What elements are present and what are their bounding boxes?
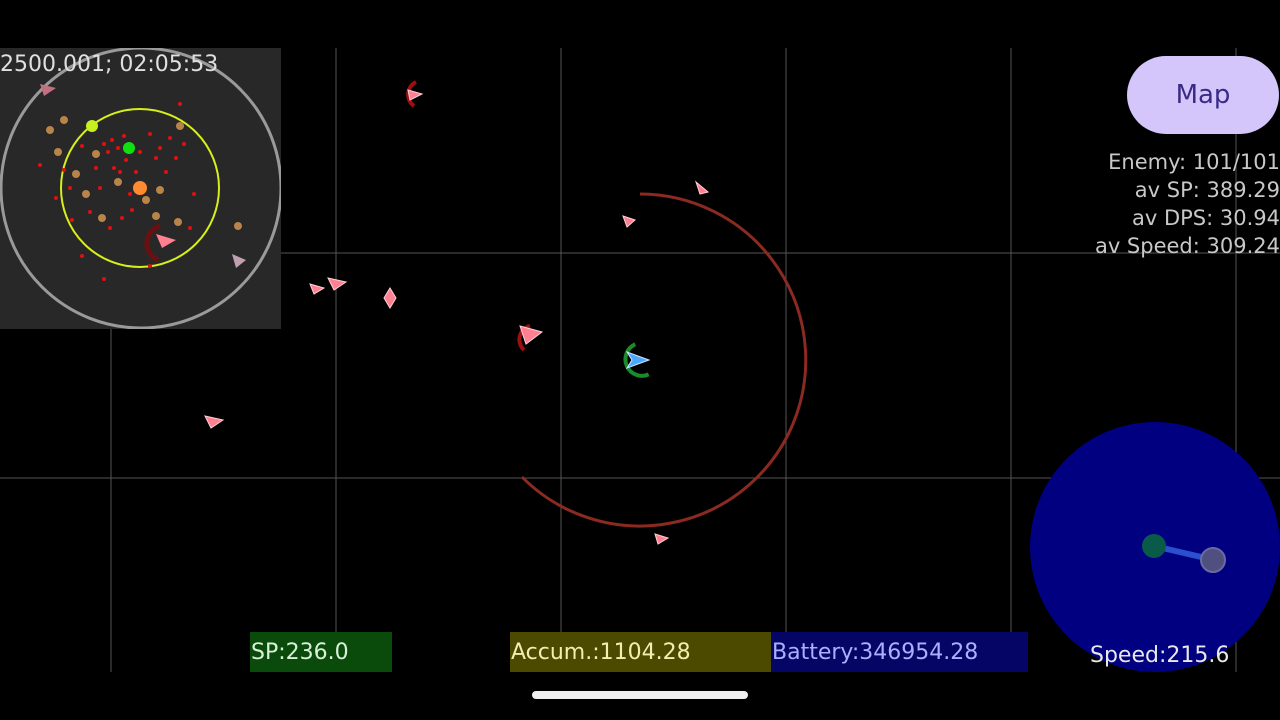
speed-readout: Speed:215.6	[1090, 643, 1230, 668]
enemy-ship[interactable]	[517, 324, 544, 352]
joystick-knob[interactable]	[1200, 547, 1226, 573]
joystick[interactable]	[1030, 422, 1280, 672]
average-dps: av DPS: 30.94	[1131, 206, 1280, 230]
player-ship[interactable]	[623, 342, 651, 379]
average-speed: av Speed: 309.24	[1094, 234, 1280, 258]
enemy-ship[interactable]	[383, 287, 397, 309]
joystick-origin	[1142, 534, 1166, 558]
coordinates-time-readout: 2500.001; 02:05:53	[0, 52, 219, 77]
enemy-ship[interactable]	[309, 283, 326, 295]
enemy-ship[interactable]	[622, 215, 636, 228]
enemy-ship[interactable]	[204, 415, 225, 429]
minimap-player	[123, 142, 135, 154]
minimap[interactable]	[0, 48, 281, 329]
enemy-ship[interactable]	[406, 80, 424, 108]
enemy-ship[interactable]	[327, 277, 348, 291]
minimap-waypoint	[86, 120, 98, 132]
weapon-range-arc	[520, 192, 808, 528]
home-indicator[interactable]	[532, 691, 748, 699]
sp-bar: SP:236.0	[250, 632, 392, 672]
accumulator-bar: Accum.:1104.28	[510, 632, 771, 672]
enemy-stats-panel: Enemy: 101/101 av SP: 389.29 av DPS: 30.…	[1095, 148, 1280, 260]
average-sp: av SP: 389.29	[1134, 178, 1280, 202]
enemy-ship[interactable]	[654, 533, 670, 545]
enemy-ship[interactable]	[694, 180, 710, 195]
battery-bar: Battery:346954.28	[771, 632, 1028, 672]
map-button[interactable]: Map	[1127, 56, 1279, 134]
enemy-count: Enemy: 101/101	[1108, 150, 1280, 174]
minimap-station	[133, 181, 147, 195]
